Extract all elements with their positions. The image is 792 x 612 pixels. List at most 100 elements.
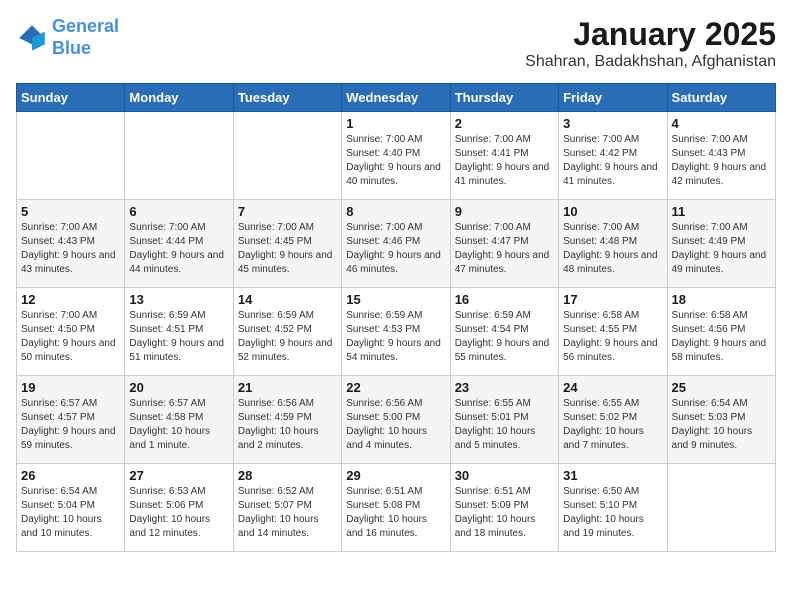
header-wednesday: Wednesday xyxy=(342,84,450,112)
table-row: 14Sunrise: 6:59 AM Sunset: 4:52 PM Dayli… xyxy=(233,288,341,376)
calendar-week-row: 12 Sunrise: 7:00 AM Sunset: 4:50 PM Dayli… xyxy=(17,288,776,376)
calendar-table: Sunday Monday Tuesday Wednesday Thursday… xyxy=(16,83,776,552)
table-row: 17Sunrise: 6:58 AM Sunset: 4:55 PM Dayli… xyxy=(559,288,667,376)
calendar-week-row: 19 Sunrise: 6:57 AM Sunset: 4:57 PM Dayli… xyxy=(17,376,776,464)
day-number: 24 xyxy=(563,380,662,395)
table-row: 24 Sunrise: 6:55 AM Sunset: 5:02 PM Dayli… xyxy=(559,376,667,464)
day-number: 28 xyxy=(238,468,337,483)
table-row: 9Sunrise: 7:00 AM Sunset: 4:47 PM Daylig… xyxy=(450,200,558,288)
day-number: 12 xyxy=(21,292,120,307)
table-row: 12 Sunrise: 7:00 AM Sunset: 4:50 PM Dayli… xyxy=(17,288,125,376)
header-saturday: Saturday xyxy=(667,84,775,112)
day-info: Sunrise: 6:56 AM Sunset: 4:59 PM Dayligh… xyxy=(238,397,337,453)
day-info: Sunrise: 7:00 AM Sunset: 4:50 PM Dayligh… xyxy=(21,309,120,365)
day-number: 3 xyxy=(563,116,662,131)
day-number: 2 xyxy=(455,116,554,131)
header-monday: Monday xyxy=(125,84,233,112)
table-row: 29 Sunrise: 6:51 AM Sunset: 5:08 PM Dayli… xyxy=(342,464,450,552)
day-number: 31 xyxy=(563,468,662,483)
table-row: 10 Sunrise: 7:00 AM Sunset: 4:48 PM Dayli… xyxy=(559,200,667,288)
day-info: Sunrise: 6:50 AM Sunset: 5:10 PM Dayligh… xyxy=(563,485,662,541)
day-info: Sunrise: 7:00 AM Sunset: 4:46 PM Dayligh… xyxy=(346,221,445,277)
table-row xyxy=(125,112,233,200)
table-row: 1 Sunrise: 7:00 AM Sunset: 4:40 PM Daylig… xyxy=(342,112,450,200)
table-row: 3 Sunrise: 7:00 AM Sunset: 4:42 PM Daylig… xyxy=(559,112,667,200)
day-info: Sunrise: 7:00 AM Sunset: 4:49 PM Dayligh… xyxy=(672,221,771,277)
day-number: 19 xyxy=(21,380,120,395)
table-row: 6Sunrise: 7:00 AM Sunset: 4:44 PM Daylig… xyxy=(125,200,233,288)
day-info: Sunrise: 6:56 AM Sunset: 5:00 PM Dayligh… xyxy=(346,397,445,453)
day-number: 4 xyxy=(672,116,771,131)
location-title: Shahran, Badakhshan, Afghanistan xyxy=(525,53,776,71)
table-row: 7 Sunrise: 7:00 AM Sunset: 4:45 PM Daylig… xyxy=(233,200,341,288)
table-row: 26Sunrise: 6:54 AM Sunset: 5:04 PM Dayli… xyxy=(17,464,125,552)
day-number: 10 xyxy=(563,204,662,219)
table-row: 2Sunrise: 7:00 AM Sunset: 4:41 PM Daylig… xyxy=(450,112,558,200)
table-row: 18Sunrise: 6:58 AM Sunset: 4:56 PM Dayli… xyxy=(667,288,775,376)
page-header: General Blue January 2025 Shahran, Badak… xyxy=(16,16,776,71)
day-number: 5 xyxy=(21,204,120,219)
logo-icon xyxy=(16,22,48,54)
table-row: 16 Sunrise: 6:59 AM Sunset: 4:54 PM Dayli… xyxy=(450,288,558,376)
day-info: Sunrise: 6:51 AM Sunset: 5:09 PM Dayligh… xyxy=(455,485,554,541)
day-number: 13 xyxy=(129,292,228,307)
day-info: Sunrise: 6:55 AM Sunset: 5:01 PM Dayligh… xyxy=(455,397,554,453)
day-number: 9 xyxy=(455,204,554,219)
header-thursday: Thursday xyxy=(450,84,558,112)
day-number: 16 xyxy=(455,292,554,307)
table-row xyxy=(667,464,775,552)
table-row: 25Sunrise: 6:54 AM Sunset: 5:03 PM Dayli… xyxy=(667,376,775,464)
day-info: Sunrise: 6:59 AM Sunset: 4:53 PM Dayligh… xyxy=(346,309,445,365)
day-info: Sunrise: 7:00 AM Sunset: 4:43 PM Dayligh… xyxy=(21,221,120,277)
day-info: Sunrise: 6:54 AM Sunset: 5:03 PM Dayligh… xyxy=(672,397,771,453)
table-row: 5 Sunrise: 7:00 AM Sunset: 4:43 PM Daylig… xyxy=(17,200,125,288)
weekday-header-row: Sunday Monday Tuesday Wednesday Thursday… xyxy=(17,84,776,112)
day-info: Sunrise: 6:59 AM Sunset: 4:51 PM Dayligh… xyxy=(129,309,228,365)
logo: General Blue xyxy=(16,16,119,59)
day-number: 30 xyxy=(455,468,554,483)
calendar-week-row: 26Sunrise: 6:54 AM Sunset: 5:04 PM Dayli… xyxy=(17,464,776,552)
day-info: Sunrise: 6:54 AM Sunset: 5:04 PM Dayligh… xyxy=(21,485,120,541)
day-info: Sunrise: 7:00 AM Sunset: 4:44 PM Dayligh… xyxy=(129,221,228,277)
day-number: 29 xyxy=(346,468,445,483)
day-number: 23 xyxy=(455,380,554,395)
day-number: 1 xyxy=(346,116,445,131)
day-info: Sunrise: 6:59 AM Sunset: 4:52 PM Dayligh… xyxy=(238,309,337,365)
day-info: Sunrise: 6:52 AM Sunset: 5:07 PM Dayligh… xyxy=(238,485,337,541)
title-block: January 2025 Shahran, Badakhshan, Afghan… xyxy=(525,16,776,71)
day-info: Sunrise: 6:58 AM Sunset: 4:55 PM Dayligh… xyxy=(563,309,662,365)
day-info: Sunrise: 6:59 AM Sunset: 4:54 PM Dayligh… xyxy=(455,309,554,365)
header-friday: Friday xyxy=(559,84,667,112)
calendar-week-row: 1 Sunrise: 7:00 AM Sunset: 4:40 PM Daylig… xyxy=(17,112,776,200)
table-row: 31 Sunrise: 6:50 AM Sunset: 5:10 PM Dayli… xyxy=(559,464,667,552)
day-info: Sunrise: 6:57 AM Sunset: 4:57 PM Dayligh… xyxy=(21,397,120,453)
logo-text: General Blue xyxy=(52,16,119,59)
table-row: 22 Sunrise: 6:56 AM Sunset: 5:00 PM Dayli… xyxy=(342,376,450,464)
day-info: Sunrise: 7:00 AM Sunset: 4:40 PM Dayligh… xyxy=(346,133,445,189)
day-info: Sunrise: 6:55 AM Sunset: 5:02 PM Dayligh… xyxy=(563,397,662,453)
day-info: Sunrise: 7:00 AM Sunset: 4:48 PM Dayligh… xyxy=(563,221,662,277)
month-title: January 2025 xyxy=(525,16,776,53)
header-sunday: Sunday xyxy=(17,84,125,112)
table-row xyxy=(233,112,341,200)
day-info: Sunrise: 6:58 AM Sunset: 4:56 PM Dayligh… xyxy=(672,309,771,365)
day-number: 7 xyxy=(238,204,337,219)
day-number: 15 xyxy=(346,292,445,307)
table-row: 15 Sunrise: 6:59 AM Sunset: 4:53 PM Dayli… xyxy=(342,288,450,376)
table-row: 19 Sunrise: 6:57 AM Sunset: 4:57 PM Dayli… xyxy=(17,376,125,464)
header-tuesday: Tuesday xyxy=(233,84,341,112)
day-number: 22 xyxy=(346,380,445,395)
day-info: Sunrise: 6:53 AM Sunset: 5:06 PM Dayligh… xyxy=(129,485,228,541)
day-number: 8 xyxy=(346,204,445,219)
table-row: 20 Sunrise: 6:57 AM Sunset: 4:58 PM Dayli… xyxy=(125,376,233,464)
day-number: 20 xyxy=(129,380,228,395)
table-row xyxy=(17,112,125,200)
day-info: Sunrise: 6:57 AM Sunset: 4:58 PM Dayligh… xyxy=(129,397,228,453)
day-info: Sunrise: 6:51 AM Sunset: 5:08 PM Dayligh… xyxy=(346,485,445,541)
day-info: Sunrise: 7:00 AM Sunset: 4:45 PM Dayligh… xyxy=(238,221,337,277)
table-row: 30 Sunrise: 6:51 AM Sunset: 5:09 PM Dayli… xyxy=(450,464,558,552)
day-number: 27 xyxy=(129,468,228,483)
calendar-week-row: 5 Sunrise: 7:00 AM Sunset: 4:43 PM Daylig… xyxy=(17,200,776,288)
day-info: Sunrise: 7:00 AM Sunset: 4:42 PM Dayligh… xyxy=(563,133,662,189)
table-row: 13 Sunrise: 6:59 AM Sunset: 4:51 PM Dayli… xyxy=(125,288,233,376)
